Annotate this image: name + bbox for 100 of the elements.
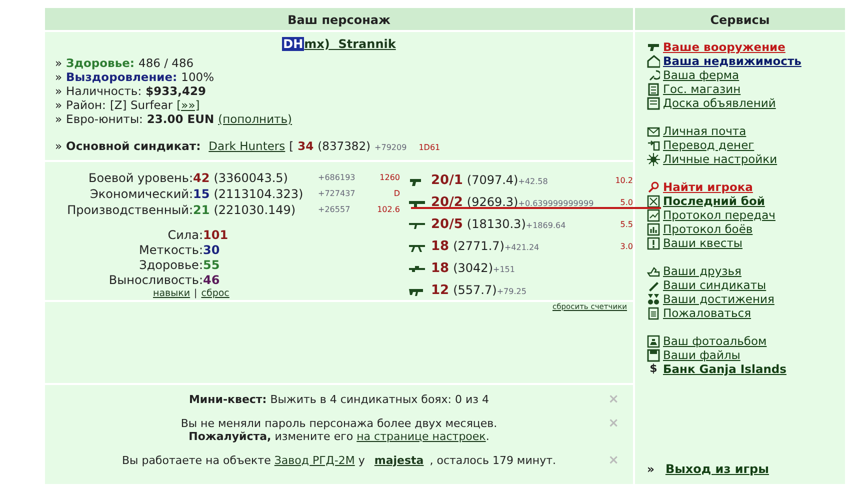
service-link[interactable]: Найти игрока	[663, 180, 753, 194]
weapon-exp: (2771.7)	[453, 239, 504, 253]
bullet-marker: »	[55, 70, 62, 84]
bullet-marker: »	[55, 112, 62, 126]
extra-value: 5.5	[619, 219, 633, 231]
player-link[interactable]: majesta	[368, 454, 430, 467]
weapon-exp: (18130.3)	[466, 217, 526, 231]
info-link[interactable]: (пополнить)	[218, 112, 292, 126]
syndicate-exp: (837382)	[318, 139, 371, 153]
document-icon	[647, 306, 660, 320]
gain-value: +727437	[318, 188, 356, 200]
bracket-text: [	[289, 139, 294, 153]
notice-text: Вы не меняли пароль персонажа более двух месяцев.	[180, 417, 498, 430]
photo-icon	[647, 334, 660, 348]
service-link[interactable]: Ваш фотоальбом	[663, 334, 767, 348]
clan-tag: DH	[282, 37, 304, 51]
notice-text: Пожалуйста, измените его на странице настроек.	[188, 430, 490, 443]
bar-chart-icon	[647, 222, 660, 236]
extra-value: 102.6	[376, 204, 400, 216]
bullet-marker: »	[55, 98, 62, 112]
gain-value: +79209	[374, 142, 407, 154]
gain-value: +421.24	[504, 243, 540, 252]
exit-link[interactable]: Выход из игры	[665, 462, 769, 476]
bullet-marker: »	[647, 462, 654, 476]
info-label: Здоровье:	[66, 56, 134, 70]
skill-value: 15	[193, 187, 210, 201]
service-link[interactable]: Перевод денег	[663, 138, 754, 152]
info-value: 486 / 486	[138, 56, 194, 70]
extra-value: 1260	[378, 172, 400, 184]
battle-icon	[647, 194, 660, 208]
weapon-value: 20/5	[431, 217, 463, 232]
service-link[interactable]: Протокол боёв	[663, 222, 753, 236]
service-link[interactable]: Ваше вооружение	[663, 40, 786, 54]
info-label: Наличность:	[66, 84, 142, 98]
service-link[interactable]: Банк Ganja Islands	[663, 362, 786, 376]
skill-label: Производственный:	[66, 202, 193, 218]
board-icon	[647, 96, 660, 110]
bullet-marker: »	[55, 56, 62, 70]
service-link[interactable]: Пожаловаться	[663, 306, 752, 320]
envelope-icon	[647, 124, 660, 138]
weapon-exp: (557.7)	[453, 283, 497, 297]
gain-value: +26557	[318, 204, 352, 216]
service-link[interactable]: Ваши друзья	[663, 264, 742, 278]
settings-icon	[647, 152, 660, 166]
skill-label: Экономический:	[89, 186, 193, 202]
extra-value: 3.0	[619, 241, 633, 253]
sickle-icon	[647, 68, 660, 82]
attribute-label: Выносливость:	[108, 273, 203, 288]
calculator-icon	[647, 82, 660, 96]
notice-link[interactable]: Завод РГД-2М	[274, 454, 355, 467]
weapon-value: 20/2	[431, 195, 463, 210]
service-link[interactable]: Протокол передач	[663, 208, 776, 222]
skill-label: Боевой уровень:	[88, 170, 193, 186]
attribute-value: 101	[203, 228, 228, 242]
service-link[interactable]: Ваши достижения	[663, 292, 774, 306]
skill-exp: (3360043.5)	[214, 171, 288, 185]
service-link[interactable]: Последний бой	[663, 194, 765, 208]
syndicate-label: Основной синдикат:	[66, 139, 201, 153]
character-name-link[interactable]: mx) Strannik	[304, 37, 396, 51]
reset-link[interactable]: сброс	[201, 288, 230, 300]
info-value: 100%	[181, 70, 214, 84]
info-value: $933,429	[146, 84, 206, 98]
service-link[interactable]: Личная почта	[663, 124, 746, 138]
service-link[interactable]: Ваша недвижимость	[663, 54, 802, 68]
extra-value: D	[392, 188, 400, 200]
skills-link[interactable]: навыки	[153, 288, 190, 300]
attribute-value: 46	[203, 273, 220, 287]
weapon-value: 12	[431, 283, 450, 298]
service-link[interactable]: Доска объявлений	[663, 96, 776, 110]
weapon-value: 20/1	[431, 173, 463, 188]
skill-exp: (2113104.323)	[214, 187, 304, 201]
house-icon	[647, 54, 660, 68]
bullet-marker: »	[55, 139, 62, 153]
service-link[interactable]: Ваша ферма	[663, 68, 740, 82]
service-link[interactable]: Личные настройки	[663, 152, 778, 166]
weapon-exp: (9269.3)	[466, 195, 518, 209]
notice-link[interactable]: на странице настроек	[356, 430, 486, 443]
service-link[interactable]: Ваши квесты	[663, 236, 742, 250]
medal-icon	[647, 292, 660, 306]
exclamation-icon	[647, 236, 660, 250]
extra-value: 1D61	[418, 142, 440, 154]
info-value: [Z] Surfear	[110, 98, 173, 112]
attribute-label: Здоровье:	[138, 258, 203, 273]
gain-value: +79.25	[496, 287, 526, 296]
gain-value: +686193	[318, 172, 356, 184]
extra-value: 5.0	[619, 197, 633, 209]
gain-value: +1869.64	[526, 221, 566, 230]
service-link[interactable]: Гос. магазин	[663, 82, 741, 96]
attribute-value: 55	[203, 258, 220, 272]
syndicate-link[interactable]: Dark Hunters	[208, 139, 286, 153]
attribute-label: Сила:	[166, 228, 203, 243]
chart-icon	[647, 208, 660, 222]
separator-text: |	[194, 288, 198, 300]
section-header: Сервисы	[635, 8, 845, 32]
notice-text: Мини-квест: Выжить в 4 синдикатных боях: 0 из 4	[188, 393, 490, 406]
info-link[interactable]: [»»]	[176, 98, 200, 112]
service-link[interactable]: Ваши синдикаты	[663, 278, 766, 292]
service-link[interactable]: Ваши файлы	[663, 348, 740, 362]
gain-value: +0.639999999999	[518, 199, 594, 208]
bullet-marker: »	[55, 84, 62, 98]
